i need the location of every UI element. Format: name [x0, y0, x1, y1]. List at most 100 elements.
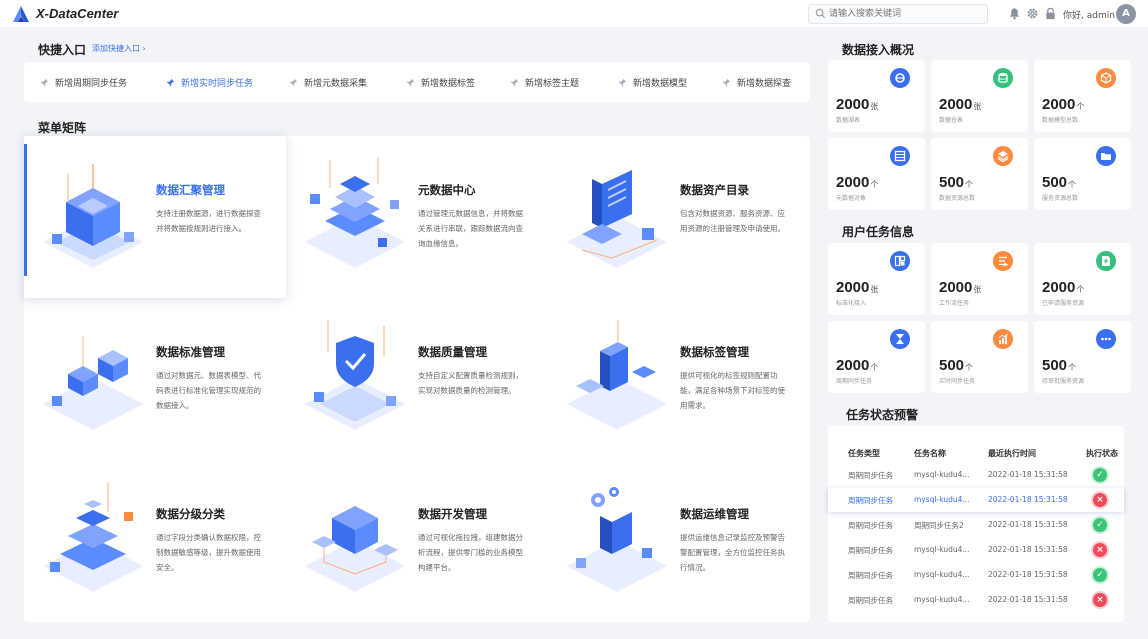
- menu-card-metadata-center[interactable]: 元数据中心 通过管理元数据信息，并将数据关系进行串联，跟踪数据流向查询血缘信息。: [286, 136, 548, 298]
- quick-entry-title: 快捷入口: [38, 43, 87, 57]
- menu-card-data-standard[interactable]: 数据标准管理 通过对数据元、数据表模型、代码表进行标准化管理实现规范的数据接入。: [24, 298, 286, 460]
- menu-matrix-title: 菜单矩阵: [38, 121, 87, 135]
- menu-card-data-tag[interactable]: 数据标签管理 提供可视化的标签规则配置功能，满足各种场景下对标签的使用需求。: [548, 298, 810, 460]
- task-name: mysql-kudu4...: [914, 570, 970, 579]
- stat-label: 待审批服务资源: [1042, 378, 1085, 385]
- hourglass-icon: [890, 329, 910, 349]
- card-description: 通过可视化拖拉拽，组建数据分析流程，提供零门槛的业务模型构建平台。: [418, 533, 523, 572]
- stat-label: 元数据对象: [836, 195, 867, 202]
- data-development-illustration: [305, 506, 405, 592]
- quick-item-tag-theme[interactable]: 新增标签主题: [510, 76, 579, 89]
- card-description: 支持注册数据源，进行数据探查并将数据按规则进行接入。: [156, 209, 261, 233]
- card-title: 元数据中心: [418, 183, 476, 197]
- lock-icon[interactable]: [1044, 7, 1057, 20]
- quick-item-data-explore[interactable]: 新增数据探查: [722, 76, 791, 89]
- task-name: mysql-kudu4...: [914, 595, 970, 604]
- table-row[interactable]: 周期同步任务 mysql-kudu4... 2022-01-18 15:31:5…: [828, 463, 1124, 487]
- pin-icon: [618, 78, 627, 87]
- stat-card: 500个 待审批服务资源: [1034, 321, 1131, 393]
- card-description: 通过管理元数据信息，并将数据关系进行串联，跟踪数据流向查询血缘信息。: [418, 209, 523, 248]
- task-time: 2022-01-18 15:31:58: [988, 570, 1068, 579]
- quick-item-data-model[interactable]: 新增数据模型: [618, 76, 687, 89]
- layers-icon: [993, 146, 1013, 166]
- data-access-title: 数据接入概况: [842, 43, 915, 57]
- stat-card: 2000张 数据仓表: [931, 60, 1028, 132]
- task-status-table: 任务类型 任务名称 最近执行时间 执行状态 周期同步任务 mysql-kudu4…: [828, 426, 1124, 622]
- stat-label: 服务资源总数: [1042, 195, 1079, 202]
- menu-card-asset-catalog[interactable]: 数据资产目录 包含对数据资源、服务资源、应用资源的注册管理及申请使用。: [548, 136, 810, 298]
- table-row[interactable]: 周期同步任务 mysql-kudu4... 2022-01-18 15:31:5…: [828, 488, 1124, 512]
- stat-value: 2000个: [1042, 96, 1085, 113]
- stat-value: 2000张: [836, 279, 879, 296]
- card-title: 数据资产目录: [680, 183, 749, 197]
- quick-item-label: 新增数据探查: [737, 79, 792, 89]
- search-icon: [815, 8, 826, 19]
- menu-card-data-development[interactable]: 数据开发管理 通过可视化拖拉拽，组建数据分析流程，提供零门槛的业务模型构建平台。: [286, 460, 548, 622]
- stat-value: 2000张: [939, 96, 982, 113]
- stat-card: 2000个 元数据对象: [828, 138, 925, 210]
- status-error-icon: ×: [1093, 593, 1107, 607]
- metadata-center-illustration: [305, 158, 405, 268]
- quick-item-realtime-sync[interactable]: 新增实时同步任务: [166, 76, 253, 89]
- card-title: 数据标准管理: [156, 345, 225, 359]
- quick-item-label: 新增元数据采集: [304, 79, 368, 89]
- menu-card-data-classification[interactable]: 数据分级分类 通过字段分类确认数据权限，控制数据敏感等级，提升数据使用安全。: [24, 460, 286, 622]
- pin-icon: [289, 78, 298, 87]
- task-type: 周期同步任务: [848, 496, 893, 505]
- task-name: mysql-kudu4...: [914, 545, 970, 554]
- status-success-icon: ✓: [1093, 468, 1107, 482]
- stat-label: 工作流任务: [939, 300, 970, 307]
- search-input[interactable]: [829, 7, 979, 21]
- user-greeting: 你好, admin: [1063, 11, 1115, 21]
- search-box[interactable]: [808, 4, 988, 24]
- bell-icon[interactable]: [1008, 7, 1021, 20]
- column-header: 任务类型: [848, 449, 880, 458]
- workflow-icon: [993, 251, 1013, 271]
- stat-card: 2000张 工作流任务: [931, 243, 1028, 315]
- stat-card: 2000个 周期同步任务: [828, 321, 925, 393]
- column-header: 执行状态: [1086, 449, 1118, 458]
- folder-icon: [1096, 146, 1116, 166]
- active-indicator: [24, 144, 27, 276]
- task-time: 2022-01-18 15:31:58: [988, 470, 1068, 479]
- add-quick-entry-link[interactable]: 添加快捷入口 ›: [92, 43, 146, 54]
- database-icon: [993, 68, 1013, 88]
- table-row[interactable]: 周期同步任务 mysql-kudu4... 2022-01-18 15:31:5…: [828, 563, 1124, 587]
- gear-icon[interactable]: [1026, 7, 1039, 20]
- stat-label: 标准化接入: [836, 300, 867, 307]
- cube-icon: [1096, 68, 1116, 88]
- app-title: X-DataCenter: [36, 6, 119, 21]
- quick-item-label: 新增周期同步任务: [55, 79, 128, 89]
- stat-value: 500个: [939, 357, 974, 374]
- task-type: 周期同步任务: [848, 546, 893, 555]
- quick-item-metadata-collect[interactable]: 新增元数据采集: [289, 76, 367, 89]
- table-row[interactable]: 周期同步任务 周期同步任务2 2022-01-18 15:31:58 ✓: [828, 513, 1124, 537]
- quick-item-data-tag[interactable]: 新增数据标签: [406, 76, 475, 89]
- card-title: 数据分级分类: [156, 507, 225, 521]
- card-title: 数据质量管理: [418, 345, 487, 359]
- menu-card-data-quality[interactable]: 数据质量管理 支持自定义配置质量检测规则，实现对数据质量的检测管理。: [286, 298, 548, 460]
- menu-card-data-aggregation[interactable]: 数据汇聚管理 支持注册数据源，进行数据探查并将数据按规则进行接入。: [24, 136, 286, 298]
- stat-card: 500个 数据资源总数: [931, 138, 1028, 210]
- table-row[interactable]: 周期同步任务 mysql-kudu4... 2022-01-18 15:31:5…: [828, 588, 1124, 612]
- menu-card-data-ops[interactable]: 数据运维管理 提供运维信息记录监控及预警告警配置管理，全方位监控任务执行情况。: [548, 460, 810, 622]
- data-ops-illustration: [567, 487, 667, 592]
- quick-item-label: 新增数据标签: [421, 79, 476, 89]
- status-error-icon: ×: [1093, 493, 1107, 507]
- task-name: mysql-kudu4...: [914, 495, 970, 504]
- data-tag-illustration: [567, 320, 667, 430]
- task-type: 周期同步任务: [848, 521, 893, 530]
- table-row[interactable]: 周期同步任务 mysql-kudu4... 2022-01-18 15:31:5…: [828, 538, 1124, 562]
- card-description: 提供运维信息记录监控及预警告警配置管理，全方位监控任务执行情况。: [680, 533, 785, 572]
- chart-icon: [993, 329, 1013, 349]
- stat-value: 500个: [1042, 174, 1077, 191]
- card-title: 数据开发管理: [418, 507, 487, 521]
- quick-item-label: 新增数据模型: [633, 79, 688, 89]
- menu-matrix: 数据汇聚管理 支持注册数据源，进行数据探查并将数据按规则进行接入。 元数据中心 …: [24, 136, 810, 622]
- more-icon: [1096, 329, 1116, 349]
- column-header: 最近执行时间: [988, 449, 1036, 458]
- avatar[interactable]: A: [1116, 4, 1136, 24]
- status-success-icon: ✓: [1093, 518, 1107, 532]
- quick-item-periodic-sync[interactable]: 新增周期同步任务: [40, 76, 127, 89]
- pin-icon: [40, 78, 49, 87]
